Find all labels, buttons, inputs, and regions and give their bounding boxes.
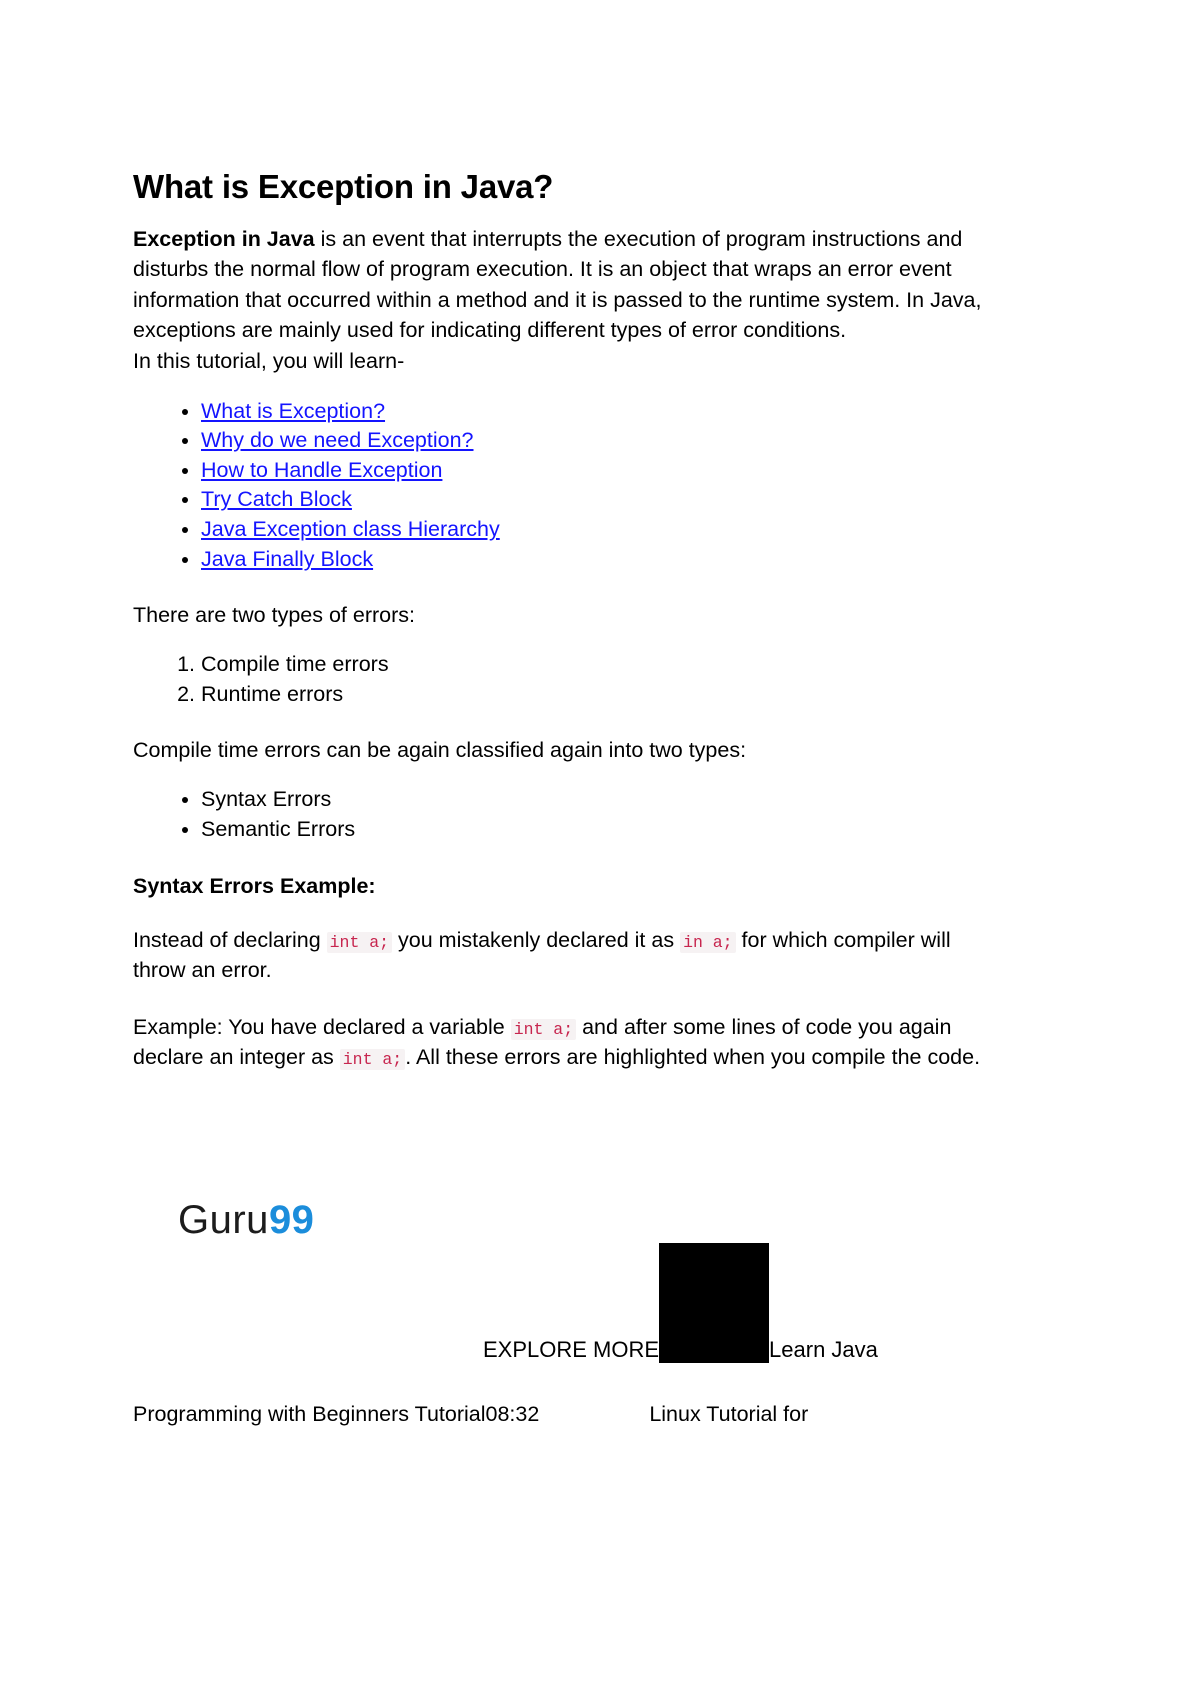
list-item: Try Catch Block	[201, 485, 993, 515]
list-item: How to Handle Exception	[201, 456, 993, 486]
video-thumbnail-placeholder[interactable]	[659, 1243, 770, 1363]
toc-link-try-catch-block[interactable]: Try Catch Block	[201, 487, 352, 511]
footer-left-text: Programming with Beginners Tutorial08:32	[133, 1402, 540, 1426]
toc-link-exception-class-hierarchy[interactable]: Java Exception class Hierarchy	[201, 517, 500, 541]
document-page: What is Exception in Java? Exception in …	[0, 0, 1200, 1698]
paragraph-text-fragment: Instead of declaring	[133, 927, 327, 952]
list-item: Runtime errors	[201, 679, 993, 709]
tutorial-lead-line: In this tutorial, you will learn-	[133, 349, 405, 373]
list-item: Java Exception class Hierarchy	[201, 515, 993, 545]
explore-more-row: EXPLORE MORE Learn Java	[483, 1243, 878, 1363]
footer: Programming with Beginners Tutorial08:32…	[133, 1402, 1033, 1427]
toc-link-java-finally-block[interactable]: Java Finally Block	[201, 547, 373, 571]
list-item: Syntax Errors	[201, 784, 993, 814]
logo-text-guru: Guru	[178, 1198, 269, 1242]
list-item: Java Finally Block	[201, 545, 993, 575]
syntax-errors-heading: Syntax Errors Example:	[133, 873, 376, 898]
error-types-list: Compile time errors Runtime errors	[133, 649, 993, 709]
table-of-contents-list: What is Exception? Why do we need Except…	[133, 397, 993, 575]
inline-code-int-a: int a;	[326, 931, 393, 953]
list-item: What is Exception?	[201, 397, 993, 427]
inline-code-int-a-declare: int a;	[510, 1018, 577, 1040]
inline-code-int-a-redeclare: int a;	[339, 1049, 406, 1071]
intro-lead-phrase: Exception in Java	[133, 226, 315, 251]
list-item: Why do we need Exception?	[201, 426, 993, 456]
explore-more-label: EXPLORE MORE	[483, 1337, 660, 1362]
toc-link-what-is-exception[interactable]: What is Exception?	[201, 399, 385, 423]
error-types-intro: There are two types of errors:	[133, 603, 415, 628]
list-item: Semantic Errors	[201, 814, 993, 844]
paragraph-text-fragment: you mistakenly declared it as	[392, 927, 681, 952]
compile-time-intro: Compile time errors can be again classif…	[133, 738, 747, 763]
toc-link-why-need-exception[interactable]: Why do we need Exception?	[201, 428, 474, 452]
guru99-logo: Guru99	[178, 1200, 314, 1240]
compile-time-list: Syntax Errors Semantic Errors	[133, 784, 993, 844]
syntax-example-paragraph-1: Instead of declaring int a; you mistaken…	[133, 925, 993, 986]
paragraph-text-fragment: Example: You have declared a variable	[133, 1014, 511, 1039]
page-title: What is Exception in Java?	[133, 168, 554, 205]
list-item: Compile time errors	[201, 649, 993, 679]
document-content: What is Exception in Java? Exception in …	[133, 168, 993, 1073]
paragraph-text-fragment: . All these errors are highlighted when …	[405, 1045, 981, 1070]
intro-paragraph: Exception in Java is an event that inter…	[133, 224, 993, 346]
footer-right-text: Linux Tutorial for	[649, 1402, 809, 1426]
inline-code-in-a: in a;	[680, 931, 736, 953]
syntax-example-paragraph-2: Example: You have declared a variable in…	[133, 1012, 993, 1073]
logo-text-99: 99	[268, 1198, 315, 1242]
toc-link-how-to-handle-exception[interactable]: How to Handle Exception	[201, 458, 442, 482]
learn-java-label: Learn Java	[769, 1337, 878, 1362]
